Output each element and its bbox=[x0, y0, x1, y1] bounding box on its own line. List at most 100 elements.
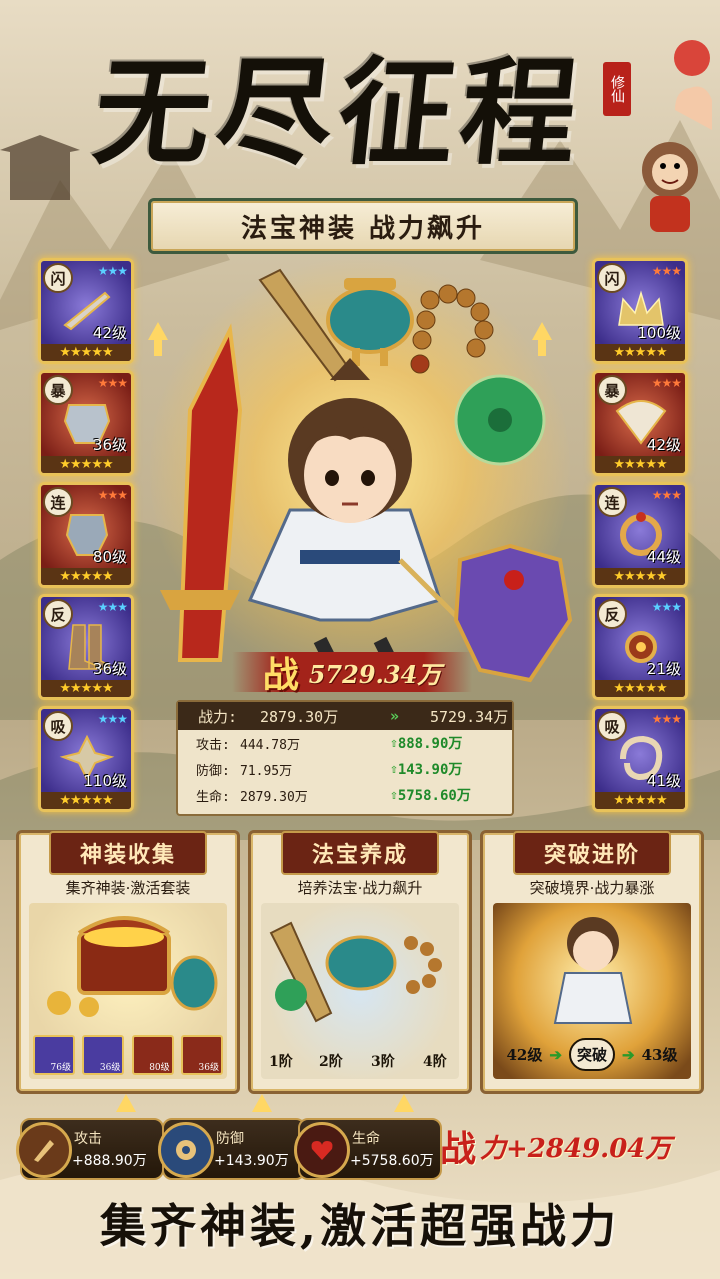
total-power-gain: 战 力+2849.04万 bbox=[440, 1120, 710, 1172]
stat-row-hp: 生命: 2879.30万 ⇧ 5758.60万 bbox=[178, 782, 512, 808]
stats-header-after: 5729.34万 bbox=[430, 707, 509, 726]
quality-stars: ★★★ bbox=[97, 376, 128, 390]
equip-card-right-5[interactable]: 吸 ★★★ 41级 ★★★★★ bbox=[592, 706, 688, 812]
panel-equipment-collection[interactable]: 神装收集 集齐神装·激活套装 76级 36级 80级 36级 bbox=[16, 830, 240, 1094]
pill-label: 防御 bbox=[216, 1131, 244, 1147]
card-level: 41级 bbox=[646, 772, 681, 790]
panel-breakthrough[interactable]: 突破进阶 突破境界·战力暴涨 42级 ➔ 突破 ➔ 43级 bbox=[480, 830, 704, 1094]
mini-equip-card: 36级 bbox=[82, 1035, 125, 1075]
prayer-beads-icon bbox=[410, 284, 494, 374]
equip-card-left-3[interactable]: 连 ★★★ 80级 ★★★★★ bbox=[38, 482, 134, 588]
power-value: 5729.34万 bbox=[308, 659, 442, 689]
quality-stars: ★★★ bbox=[651, 376, 682, 390]
panel-title: 突破进阶 bbox=[513, 831, 671, 875]
card-level: 100级 bbox=[637, 324, 681, 342]
hero-character bbox=[247, 358, 492, 664]
quality-stars: ★★★ bbox=[651, 600, 682, 614]
stat-after: 5758.60万 bbox=[397, 788, 471, 804]
quality-stars: ★★★ bbox=[651, 264, 682, 278]
stats-header-before: 2879.30万 bbox=[260, 707, 339, 726]
hero-artwork bbox=[160, 268, 573, 683]
up-arrow-icon bbox=[252, 1094, 272, 1112]
breakthrough-button[interactable]: 突破 bbox=[568, 1038, 615, 1071]
panel-title: 法宝养成 bbox=[281, 831, 439, 875]
shield-icon bbox=[158, 1122, 214, 1178]
star-rating: ★★★★★ bbox=[595, 568, 685, 585]
equip-card-left-2[interactable]: 暴 ★★★ 36级 ★★★★★ bbox=[38, 370, 134, 476]
treasure-cultivation-image: 1阶 2阶 3阶 4阶 bbox=[261, 903, 459, 1079]
star-rating: ★★★★★ bbox=[595, 792, 685, 809]
equip-card-right-4[interactable]: 反 ★★★ 21级 ★★★★★ bbox=[592, 594, 688, 700]
star-rating: ★★★★★ bbox=[41, 792, 131, 809]
monkey-mascot bbox=[642, 40, 712, 232]
stat-pill-attack: 攻击 +888.90万 bbox=[16, 1118, 164, 1180]
up-arrow-icon bbox=[116, 1094, 136, 1112]
card-level: 36级 bbox=[92, 436, 127, 454]
pill-value: +143.90万 bbox=[214, 1153, 289, 1169]
quality-stars: ★★★ bbox=[651, 712, 682, 726]
star-rating: ★★★★★ bbox=[41, 344, 131, 361]
stat-before: 444.78万 bbox=[240, 737, 300, 753]
mini-card-row: 76级 36级 80级 36级 bbox=[33, 1035, 223, 1075]
card-level: 42级 bbox=[92, 324, 127, 342]
panel-treasure-cultivation[interactable]: 法宝养成 培养法宝·战力飙升 1阶 2阶 3阶 4阶 bbox=[248, 830, 472, 1094]
panel-title: 神装收集 bbox=[49, 831, 207, 875]
level-to: 43级 bbox=[641, 1046, 678, 1064]
quality-stars: ★★★ bbox=[97, 488, 128, 502]
quality-stars: ★★★ bbox=[97, 600, 128, 614]
total-power-text: 力+2849.04万 bbox=[480, 1133, 672, 1164]
up-arrow-icon bbox=[394, 1094, 414, 1112]
green-up-arrow-icon: ⇧ bbox=[390, 735, 398, 751]
stat-pill-hp: 生命 +5758.60万 bbox=[294, 1118, 442, 1180]
red-sword-icon bbox=[160, 323, 243, 662]
arrow-right-icon: ➔ bbox=[622, 1045, 635, 1064]
equip-card-left-5[interactable]: 吸 ★★★ 110级 ★★★★★ bbox=[38, 706, 134, 812]
card-level: 80级 bbox=[92, 548, 127, 566]
equip-card-right-2[interactable]: 暴 ★★★ 42级 ★★★★★ bbox=[592, 370, 688, 476]
treasures-icon bbox=[269, 921, 442, 1023]
panel-subtitle: 集齐神装·激活套装 bbox=[65, 879, 191, 897]
star-rating: ★★★★★ bbox=[595, 680, 685, 697]
equip-card-right-3[interactable]: 连 ★★★ 44级 ★★★★★ bbox=[592, 482, 688, 588]
stat-before: 2879.30万 bbox=[240, 789, 308, 805]
equip-card-right-1[interactable]: 闪 ★★★ 100级 ★★★★★ bbox=[592, 258, 688, 364]
star-rating: ★★★★★ bbox=[41, 680, 131, 697]
sword-icon bbox=[16, 1122, 72, 1178]
quality-stars: ★★★ bbox=[97, 264, 128, 278]
star-rating: ★★★★★ bbox=[41, 456, 131, 473]
purple-armor-icon bbox=[453, 543, 573, 683]
stat-label: 生命: bbox=[196, 789, 230, 805]
stats-header: 战力: 2879.30万 » 5729.34万 bbox=[178, 702, 512, 730]
hero-mini-icon bbox=[553, 917, 633, 1024]
treasure-chest-icon bbox=[47, 916, 218, 1017]
stat-label: 攻击: bbox=[196, 737, 230, 753]
quality-stars: ★★★ bbox=[651, 488, 682, 502]
card-level: 21级 bbox=[646, 660, 681, 678]
stat-row-attack: 攻击: 444.78万 ⇧ 888.90万 bbox=[178, 730, 512, 756]
combat-power-banner: 战 5729.34万 bbox=[232, 652, 472, 696]
subtitle-banner: 法宝神装 战力飙升 bbox=[148, 198, 578, 254]
stat-after: 888.90万 bbox=[397, 736, 463, 752]
stat-row-defense: 防御: 71.95万 ⇧ 143.90万 bbox=[178, 756, 512, 782]
level-from: 42级 bbox=[506, 1046, 543, 1064]
treasure-chest-image: 76级 36级 80级 36级 bbox=[29, 903, 227, 1079]
star-rating: ★★★★★ bbox=[595, 344, 685, 361]
breakthrough-row: 42级 ➔ 突破 ➔ 43级 bbox=[503, 1038, 681, 1071]
mini-equip-card: 80级 bbox=[131, 1035, 174, 1075]
jade-disc-icon bbox=[454, 374, 546, 466]
card-level: 110级 bbox=[83, 772, 127, 790]
arrow-right-icon: ➔ bbox=[549, 1045, 562, 1064]
power-glyph: 战 bbox=[262, 654, 299, 696]
stats-header-label: 战力: bbox=[198, 707, 238, 726]
upgrade-step-4: 4阶 bbox=[423, 1054, 447, 1070]
green-up-arrow-icon: ⇧ bbox=[390, 761, 398, 777]
mini-equip-card: 36级 bbox=[180, 1035, 223, 1075]
panel-subtitle: 培养法宝·战力飙升 bbox=[297, 879, 423, 897]
equip-card-left-1[interactable]: 闪 ★★★ 42级 ★★★★★ bbox=[38, 258, 134, 364]
card-level: 42级 bbox=[646, 436, 681, 454]
equip-card-left-4[interactable]: 反 ★★★ 36级 ★★★★★ bbox=[38, 594, 134, 700]
star-rating: ★★★★★ bbox=[595, 456, 685, 473]
mini-equip-card: 76级 bbox=[33, 1035, 75, 1075]
breakthrough-image: 42级 ➔ 突破 ➔ 43级 bbox=[493, 903, 691, 1079]
stat-after: 143.90万 bbox=[397, 762, 463, 778]
